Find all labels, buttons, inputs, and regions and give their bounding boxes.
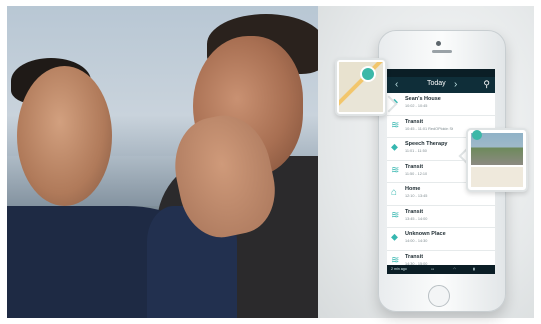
home-button[interactable] [428,285,450,307]
place-pin-icon [472,130,482,140]
map-callout [335,58,387,116]
bottom-status-bar: 2 min ago ▭ ◠ ▮ [387,265,495,274]
row-time: 10:45 - 11:01 RedOPlokin St [405,126,454,131]
timeline-row[interactable]: ⬥ Sean's House 10:02 - 10:45 [387,93,495,116]
transit-icon: ≋ [391,254,400,266]
nav-bar: ‹ Today › ⚲ [387,77,495,93]
earpiece-speaker [432,50,452,53]
front-camera [436,41,441,46]
row-title: Unknown Place [405,231,446,237]
left-man-face [17,66,112,206]
wifi-icon: ◠ [453,267,457,271]
row-title: Transit [405,208,424,215]
row-title: Home [405,186,421,192]
row-time: 10:02 - 10:45 [405,104,428,108]
row-time: 11:50 - 12:10 [405,171,428,176]
row-title: Transit [405,118,424,125]
runner-icon[interactable]: ⚲ [483,79,490,90]
transit-icon: ≋ [391,119,400,131]
home-icon: ⌂ [391,187,398,198]
place-pin-icon: ⬥ [391,142,398,153]
map-thumbnail [471,167,523,187]
next-day-button[interactable]: › [454,79,457,91]
row-title: Speech Therapy [405,141,448,147]
place-pin-icon: ⬥ [391,232,398,243]
row-time: 13:45 - 14:00 [405,216,428,221]
signal-icon: ▮ [473,267,475,271]
couple-photo [7,6,318,318]
location-pin-icon [360,66,376,82]
nav-title: Today [427,80,446,87]
battery-icon: ▭ [431,267,435,271]
timeline-row[interactable]: ≋ Transit 13:45 - 14:00 [387,206,495,228]
photo-callout [466,128,528,192]
last-updated: 2 min ago [391,267,407,271]
previous-day-button[interactable]: ‹ [395,79,398,91]
row-title: Transit [405,163,424,170]
row-time: 12:10 - 13:45 [405,194,428,198]
transit-icon: ≋ [391,209,400,221]
transit-icon: ≋ [391,164,400,176]
timeline-row[interactable]: ⬥ Unknown Place 14:00 - 14:30 [387,228,495,251]
status-bar [387,69,495,77]
row-title: Transit [405,253,424,260]
screenshot-frame: ‹ Today › ⚲ ⬥ Sean's House 10:02 - 10:45… [0,0,541,324]
row-title: Sean's House [405,96,441,102]
row-time: 14:00 - 14:30 [405,239,428,243]
row-time: 11:01 - 11:50 [405,149,427,153]
